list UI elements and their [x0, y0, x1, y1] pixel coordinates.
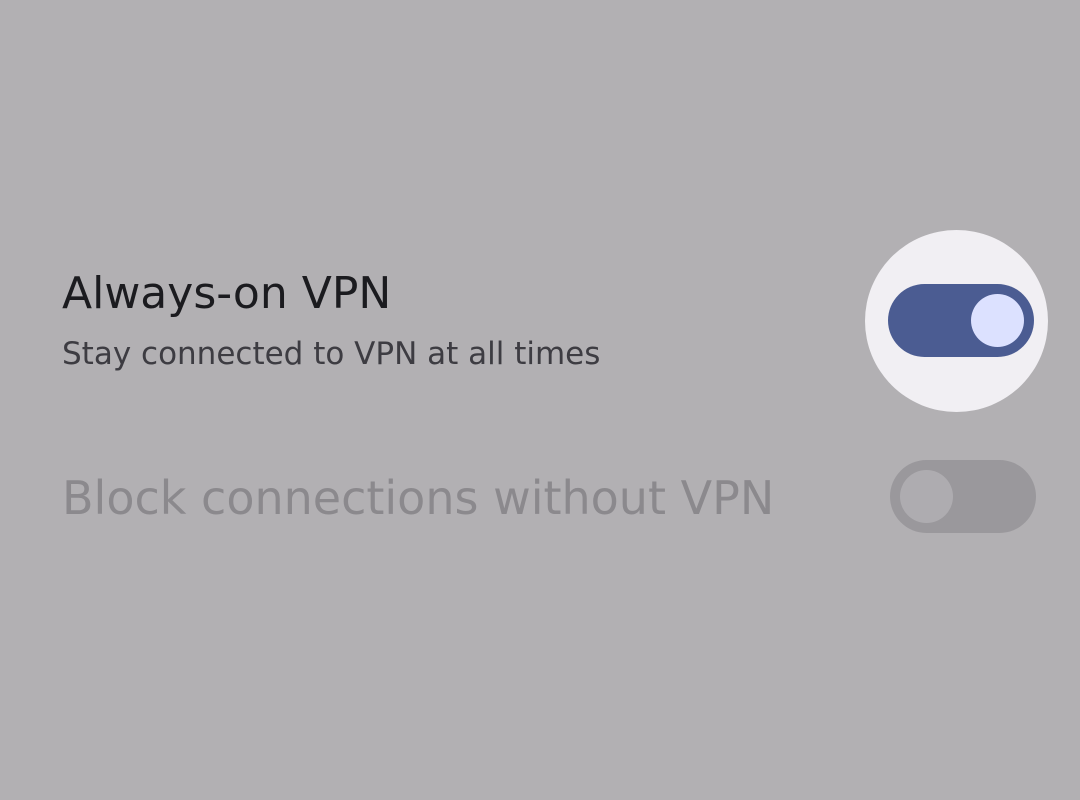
always-on-vpn-toggle[interactable]	[888, 284, 1034, 357]
always-on-vpn-summary: Stay connected to VPN at all times	[62, 336, 601, 372]
toggle-thumb	[971, 294, 1024, 347]
always-on-vpn-setting[interactable]: Always-on VPN Stay connected to VPN at a…	[0, 230, 1080, 412]
toggle-thumb	[900, 470, 953, 523]
block-connections-title: Block connections without VPN	[62, 471, 775, 525]
block-connections-toggle	[890, 460, 1036, 533]
block-connections-setting: Block connections without VPN	[0, 450, 1080, 545]
always-on-vpn-title: Always-on VPN	[62, 268, 392, 319]
